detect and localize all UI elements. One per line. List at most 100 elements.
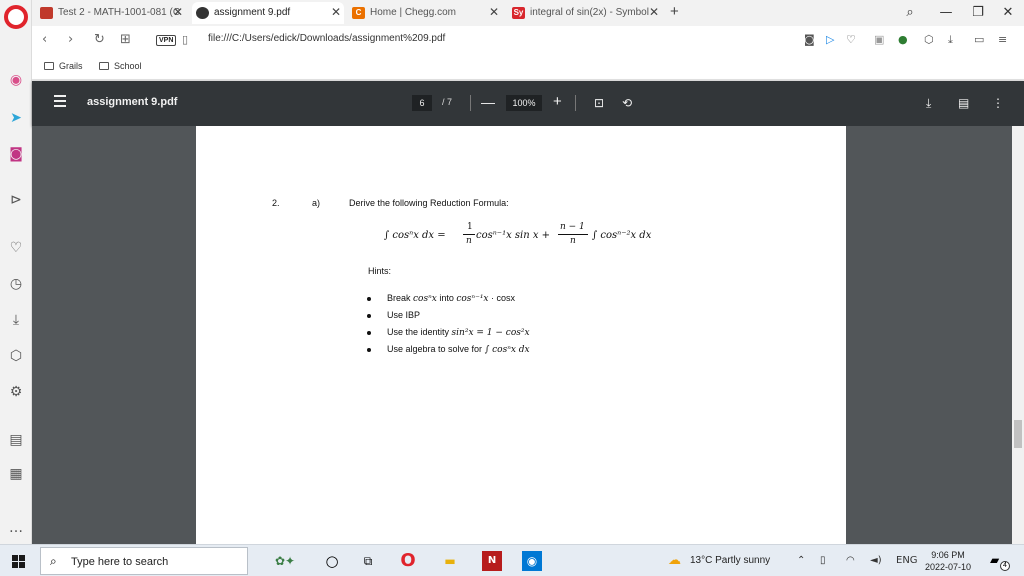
flow-send-icon[interactable]: ▷ [826, 32, 834, 48]
windows-start-icon[interactable] [12, 555, 25, 568]
history-clock-icon[interactable]: ◷ [6, 274, 26, 294]
scrollbar[interactable] [1012, 126, 1024, 544]
url-field[interactable]: file:///C:/Users/edick/Downloads/assignm… [208, 33, 445, 44]
close-tab-icon[interactable]: ✕ [331, 2, 341, 22]
symbolab-favicon-icon: Sy [512, 7, 525, 19]
telegram-icon[interactable]: ➤ [6, 108, 26, 128]
taskbar-search-box[interactable]: ⌕ Type here to search [40, 547, 248, 575]
vpn-badge[interactable]: VPN [156, 35, 177, 46]
speed-dial-icon[interactable]: ⊞ [120, 30, 131, 50]
pdf-title: assignment 9.pdf [87, 96, 178, 108]
opera-sidebar: ◉ ➤ ◙ ⊳ ♡ ◷ ⤓ ⬡ ⚙ ▤ ▦ … [0, 0, 32, 544]
page-number-input[interactable]: 6 [412, 95, 432, 111]
globe-favicon-icon [196, 7, 209, 19]
grammarly-icon[interactable]: ● [898, 32, 908, 48]
clock[interactable]: 9:06 PM 2022-07-10 [918, 549, 978, 573]
hint-3: Use the identity sin²x = 1 − cos²x [387, 327, 530, 338]
cortana-icon[interactable]: ○ [322, 551, 342, 571]
battery-icon[interactable]: ▯ [820, 554, 826, 568]
formula-frac1-den: n [466, 236, 472, 246]
weather-text[interactable]: 13°C Partly sunny [690, 555, 770, 566]
instagram-icon[interactable]: ◙ [6, 144, 26, 164]
formula-frac1-num: 1 [467, 222, 473, 232]
menu-hamburger-icon[interactable] [54, 95, 66, 107]
close-tab-icon[interactable]: ✕ [649, 2, 659, 22]
pdf-viewer[interactable]: 2. a) Derive the following Reduction For… [32, 126, 1012, 544]
store-icon[interactable]: ◉ [522, 551, 542, 571]
tab-title: Test 2 - MATH-1001-081 (C [58, 7, 181, 18]
snapshot-camera-icon[interactable]: ◙ [804, 32, 815, 48]
zoom-out-button[interactable]: — [481, 92, 495, 112]
volume-icon[interactable]: ◄) [870, 554, 882, 568]
task-view-icon[interactable]: ⧉ [358, 551, 378, 571]
windows-taskbar: ⌕ Type here to search ✿✦ ○ ⧉ O ▬ N ◉ ☁ 1… [0, 544, 1024, 576]
battery-saver-icon[interactable]: ▭ [974, 32, 984, 48]
file-explorer-icon[interactable]: ▬ [440, 551, 460, 571]
minimize-button[interactable]: — [930, 0, 962, 26]
opera-logo-icon[interactable] [4, 5, 28, 29]
easy-setup-icon[interactable]: ≡ [998, 32, 1007, 48]
date: 2022-07-10 [924, 562, 972, 572]
bullet [367, 297, 371, 301]
my-flow-icon[interactable]: ▤ [6, 430, 26, 450]
netflix-icon[interactable]: N [482, 551, 502, 571]
close-tab-icon[interactable]: ✕ [489, 2, 499, 22]
page-total: / 7 [442, 97, 453, 107]
fraction-bar [558, 234, 588, 235]
player-icon[interactable]: ⊳ [6, 190, 26, 210]
close-tab-icon[interactable]: ✕ [173, 2, 183, 22]
tab-chegg[interactable]: C Home | Chegg.com [348, 2, 498, 24]
bookmarks-bar: Grails School [32, 54, 1024, 80]
pdf-page: 2. a) Derive the following Reduction For… [196, 126, 846, 544]
new-tab-button[interactable]: + [670, 2, 679, 22]
question-number: 2. [272, 198, 280, 208]
print-icon[interactable]: ▤ [958, 94, 969, 112]
tab-test2[interactable]: Test 2 - MATH-1001-081 (C [36, 2, 186, 24]
tab-assignment[interactable]: assignment 9.pdf [192, 2, 344, 24]
hints-label: Hints: [368, 266, 392, 276]
download-icon[interactable]: ⤓ [926, 94, 931, 112]
chevron-up-icon[interactable]: ⌃ [797, 554, 805, 568]
address-bar: ‹ › ↻ ⊞ VPN ▯ file:///C:/Users/edick/Dow… [32, 26, 1024, 54]
zoom-level-input[interactable]: 100% [506, 95, 542, 111]
notification-icon[interactable]: ▰ [990, 553, 999, 567]
bookmark-grails[interactable]: Grails [44, 60, 83, 72]
downloads-icon[interactable]: ⤓ [6, 310, 26, 330]
toolbar-divider [470, 95, 471, 111]
bookmark-heart-icon[interactable]: ♡ [846, 32, 856, 48]
d2l-favicon-icon [40, 7, 53, 19]
extensions-cube-icon[interactable]: ⬡ [924, 32, 934, 48]
forward-button[interactable]: › [68, 30, 73, 50]
wifi-icon[interactable]: ◠ [846, 554, 855, 568]
back-button[interactable]: ‹ [42, 30, 47, 50]
more-options-icon[interactable]: … [6, 518, 26, 538]
reload-button[interactable]: ↻ [94, 30, 105, 50]
file-icon: ▯ [182, 33, 189, 46]
tab-symbolab[interactable]: Sy integral of sin(2x) - Symbol [508, 2, 654, 24]
settings-gear-icon[interactable]: ⚙ [6, 382, 26, 402]
chegg-favicon-icon: C [352, 7, 365, 19]
extension-icon[interactable]: ▣ [874, 32, 884, 48]
close-window-button[interactable]: ✕ [992, 0, 1024, 26]
search-tabs-icon[interactable]: ⌕ [894, 0, 926, 26]
wallet-icon[interactable]: ▦ [6, 464, 26, 484]
messenger-icon[interactable]: ◉ [6, 70, 26, 90]
restore-button[interactable]: ❐ [962, 0, 994, 26]
bullet [367, 348, 371, 352]
fit-page-icon[interactable]: ⊡ [594, 94, 604, 112]
search-highlight-icon[interactable]: ✿✦ [260, 551, 310, 571]
language-indicator[interactable]: ENG [896, 554, 918, 568]
tab-title: integral of sin(2x) - Symbol [530, 7, 649, 18]
rotate-icon[interactable]: ⟲ [622, 94, 632, 112]
bookmark-school[interactable]: School [99, 60, 142, 72]
hint-4: Use algebra to solve for ∫ cosⁿx dx [387, 344, 530, 355]
scroll-thumb[interactable] [1014, 420, 1022, 448]
question-part: a) [312, 198, 321, 208]
formula-rhs: ∫ cosⁿ⁻²x dx [592, 230, 652, 241]
more-vert-icon[interactable]: ⋮ [992, 94, 1004, 112]
download-icon[interactable]: ⤓ [948, 32, 953, 48]
extensions-cube-icon[interactable]: ⬡ [6, 346, 26, 366]
favorites-heart-icon[interactable]: ♡ [6, 238, 26, 258]
zoom-in-button[interactable]: + [553, 92, 562, 112]
opera-taskbar-icon[interactable]: O [398, 551, 418, 571]
